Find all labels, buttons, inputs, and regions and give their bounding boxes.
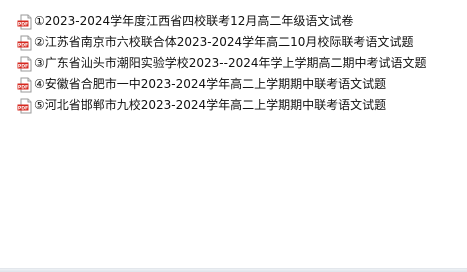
file-name: ②江苏省南京市六校联合体2023-2024学年高二10月校际联考语文试题 bbox=[34, 35, 414, 49]
file-item[interactable]: PDF ①2023-2024学年度江西省四校联考12月高二年级语文试卷 bbox=[17, 12, 427, 31]
file-name: ①2023-2024学年度江西省四校联考12月高二年级语文试卷 bbox=[34, 14, 354, 28]
svg-text:PDF: PDF bbox=[18, 21, 28, 27]
pdf-file-icon: PDF bbox=[17, 98, 32, 113]
svg-text:PDF: PDF bbox=[18, 63, 28, 69]
file-list: PDF ①2023-2024学年度江西省四校联考12月高二年级语文试卷 PDF … bbox=[17, 12, 427, 117]
window-bottom-edge bbox=[0, 268, 467, 272]
svg-text:PDF: PDF bbox=[18, 84, 28, 90]
pdf-file-icon: PDF bbox=[17, 14, 32, 29]
file-name: ⑤河北省邯郸市九校2023-2024学年高二上学期期中联考语文试题 bbox=[34, 98, 387, 112]
file-item[interactable]: PDF ④安徽省合肥市一中2023-2024学年高二上学期期中联考语文试题 bbox=[17, 75, 427, 94]
pdf-file-icon: PDF bbox=[17, 77, 32, 92]
file-name: ④安徽省合肥市一中2023-2024学年高二上学期期中联考语文试题 bbox=[34, 77, 387, 91]
svg-text:PDF: PDF bbox=[18, 42, 28, 48]
file-item[interactable]: PDF ⑤河北省邯郸市九校2023-2024学年高二上学期期中联考语文试题 bbox=[17, 96, 427, 115]
pdf-file-icon: PDF bbox=[17, 56, 32, 71]
file-name: ③广东省汕头市潮阳实验学校2023--2024年学上学期高二期中考试语文题 bbox=[34, 56, 427, 70]
svg-text:PDF: PDF bbox=[18, 105, 28, 111]
file-item[interactable]: PDF ②江苏省南京市六校联合体2023-2024学年高二10月校际联考语文试题 bbox=[17, 33, 427, 52]
file-item[interactable]: PDF ③广东省汕头市潮阳实验学校2023--2024年学上学期高二期中考试语文… bbox=[17, 54, 427, 73]
pdf-file-icon: PDF bbox=[17, 35, 32, 50]
